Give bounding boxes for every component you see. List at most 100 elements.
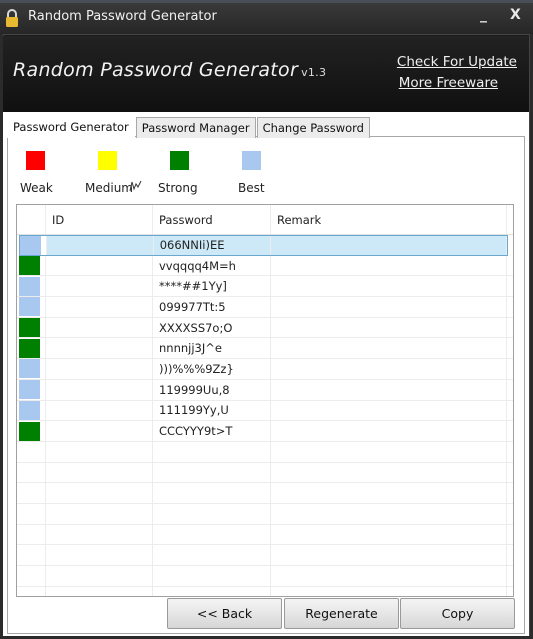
check-update-link[interactable]: Check For Update <box>397 54 517 70</box>
empty-cell[interactable] <box>46 524 153 545</box>
copy-button[interactable]: Copy <box>400 598 515 629</box>
title-bar[interactable]: Random Password Generator _ X <box>0 0 533 34</box>
empty-row[interactable] <box>17 483 513 504</box>
empty-cell[interactable] <box>271 566 507 586</box>
tab-password-manager[interactable]: Password Manager <box>135 117 256 138</box>
strength-cell[interactable] <box>17 297 46 317</box>
empty-cell[interactable] <box>46 462 153 483</box>
empty-row[interactable] <box>17 586 513 596</box>
table-row[interactable]: 099977Tt:5 <box>17 297 513 318</box>
remark-cell[interactable] <box>271 421 507 441</box>
empty-cell[interactable] <box>153 566 271 586</box>
empty-cell[interactable] <box>271 441 507 462</box>
empty-cell[interactable] <box>46 441 153 462</box>
empty-row[interactable] <box>17 462 513 484</box>
remark-cell[interactable] <box>271 276 507 297</box>
table-row[interactable]: ****##1Yy] <box>17 276 513 298</box>
password-cell[interactable]: CCCYYY9t>T <box>153 421 271 441</box>
remark-cell[interactable] <box>271 255 507 276</box>
empty-cell[interactable] <box>153 524 271 545</box>
remark-cell[interactable] <box>271 400 507 421</box>
column-header-strength[interactable] <box>17 205 46 234</box>
empty-cell[interactable] <box>17 503 46 524</box>
table-row[interactable]: 111199Yy,U <box>17 400 513 422</box>
empty-cell[interactable] <box>17 566 46 586</box>
empty-cell[interactable] <box>271 524 507 545</box>
empty-cell[interactable] <box>46 545 153 565</box>
id-cell[interactable] <box>46 359 153 379</box>
tab-change-password[interactable]: Change Password <box>256 117 370 138</box>
password-grid[interactable]: ID Password Remark 066NNIi)EE vvqqqq4M=h *… <box>16 204 514 597</box>
password-cell[interactable]: 099977Tt:5 <box>153 297 271 317</box>
table-row[interactable]: )))%%%9Zz} <box>17 359 513 380</box>
password-cell[interactable]: nnnnjj3J^e <box>153 338 271 359</box>
column-header-remark[interactable]: Remark <box>271 205 507 234</box>
empty-cell[interactable] <box>271 545 507 565</box>
empty-cell[interactable] <box>271 462 507 483</box>
empty-cell[interactable] <box>17 441 46 462</box>
empty-cell[interactable] <box>271 503 507 524</box>
table-row[interactable]: 066NNIi)EE <box>19 235 508 256</box>
strength-cell[interactable] <box>17 421 46 441</box>
strength-cell[interactable] <box>17 317 46 338</box>
empty-cell[interactable] <box>17 586 46 596</box>
minimize-button[interactable]: _ <box>480 7 487 23</box>
empty-cell[interactable] <box>46 483 153 503</box>
strength-cell[interactable] <box>17 400 46 421</box>
empty-cell[interactable] <box>46 566 153 586</box>
more-freeware-link[interactable]: More Freeware <box>399 75 498 91</box>
table-row[interactable]: CCCYYY9t>T <box>17 421 513 442</box>
password-cell[interactable]: ****##1Yy] <box>153 276 271 297</box>
empty-cell[interactable] <box>271 586 507 596</box>
id-cell[interactable] <box>46 338 153 359</box>
empty-row[interactable] <box>17 545 513 566</box>
close-button[interactable]: X <box>510 7 521 23</box>
empty-row[interactable] <box>17 566 513 587</box>
empty-cell[interactable] <box>153 545 271 565</box>
empty-cell[interactable] <box>17 462 46 483</box>
remark-cell[interactable] <box>271 297 507 317</box>
id-cell[interactable] <box>46 317 153 338</box>
empty-cell[interactable] <box>17 524 46 545</box>
table-row[interactable]: nnnnjj3J^e <box>17 338 513 360</box>
password-cell[interactable]: vvqqqq4M=h <box>153 255 271 276</box>
password-cell[interactable]: 111199Yy,U <box>153 400 271 421</box>
column-header-id[interactable]: ID <box>46 205 153 234</box>
id-cell[interactable] <box>46 379 153 400</box>
password-cell[interactable]: )))%%%9Zz} <box>153 359 271 379</box>
empty-cell[interactable] <box>271 483 507 503</box>
empty-row[interactable] <box>17 503 513 525</box>
empty-row[interactable] <box>17 524 513 546</box>
strength-cell[interactable] <box>17 255 46 276</box>
id-cell[interactable] <box>46 400 153 421</box>
remark-cell[interactable] <box>271 338 507 359</box>
empty-cell[interactable] <box>46 586 153 596</box>
table-row[interactable]: vvqqqq4M=h <box>17 255 513 277</box>
password-cell[interactable]: 066NNIi)EE <box>153 236 272 255</box>
back-button[interactable]: << Back <box>167 598 282 629</box>
table-row[interactable]: 119999Uu,8 <box>17 379 513 401</box>
id-cell[interactable] <box>46 297 153 317</box>
empty-cell[interactable] <box>46 503 153 524</box>
tab-password-generator[interactable]: Password Generator <box>7 114 135 138</box>
regenerate-button[interactable]: Regenerate <box>284 598 399 629</box>
column-header-password[interactable]: Password <box>153 205 271 234</box>
strength-cell[interactable] <box>17 359 46 379</box>
remark-cell[interactable] <box>271 236 507 255</box>
strength-cell[interactable] <box>17 338 46 359</box>
empty-cell[interactable] <box>153 503 271 524</box>
strength-cell[interactable] <box>20 236 47 255</box>
id-cell[interactable] <box>46 276 153 297</box>
remark-cell[interactable] <box>271 379 507 400</box>
empty-cell[interactable] <box>153 462 271 483</box>
remark-cell[interactable] <box>271 317 507 338</box>
id-cell[interactable] <box>46 421 153 441</box>
strength-cell[interactable] <box>17 276 46 297</box>
id-cell[interactable] <box>46 255 153 276</box>
empty-cell[interactable] <box>17 545 46 565</box>
empty-cell[interactable] <box>153 586 271 596</box>
remark-cell[interactable] <box>271 359 507 379</box>
empty-cell[interactable] <box>153 441 271 462</box>
table-row[interactable]: XXXXSS7o;O <box>17 317 513 339</box>
empty-row[interactable] <box>17 441 513 463</box>
